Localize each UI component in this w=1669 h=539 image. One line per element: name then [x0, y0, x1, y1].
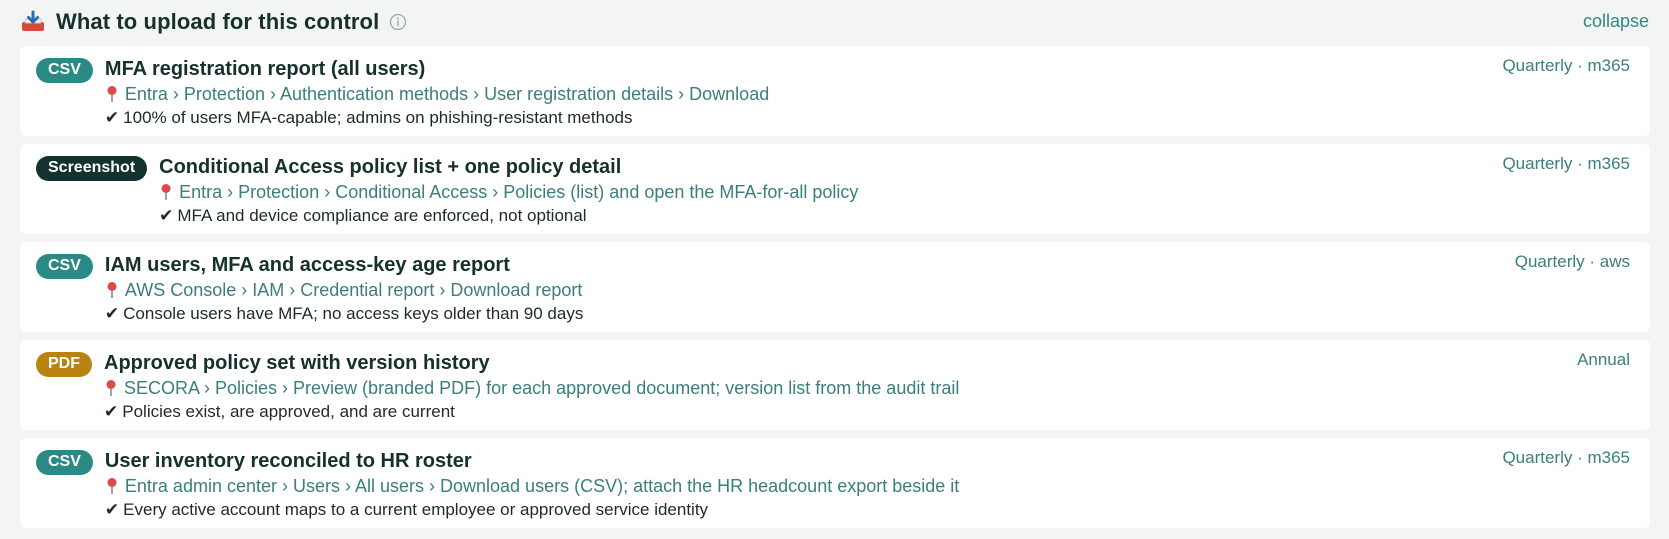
acceptance-criteria-text: Policies exist, are approved, and are cu…: [122, 402, 455, 421]
acceptance-criteria: ✔ 100% of users MFA-capable; admins on ph…: [105, 106, 769, 130]
frequency-source: Annual: [1577, 350, 1630, 369]
upload-item: CSV IAM users, MFA and access-key age re…: [20, 242, 1650, 332]
check-icon: ✔: [104, 108, 120, 127]
check-icon: ✔: [104, 304, 120, 323]
format-badge: Screenshot: [36, 156, 148, 181]
upload-item-row: CSV MFA registration report (all users) …: [36, 56, 1632, 130]
pin-icon: [105, 85, 119, 103]
navigation-path-text[interactable]: SECORA › Policies › Preview (branded PDF…: [124, 376, 959, 400]
panel-title: What to upload for this control: [56, 9, 380, 34]
upload-item-title: Approved policy set with version history: [104, 352, 490, 374]
upload-item: Screenshot Conditional Access policy lis…: [20, 144, 1650, 234]
format-badge: CSV: [36, 58, 93, 83]
navigation-path-text[interactable]: Entra › Protection › Conditional Access …: [179, 180, 858, 204]
navigation-path: Entra › Protection › Conditional Access …: [159, 180, 858, 204]
check-icon: ✔: [104, 500, 120, 519]
format-badge: CSV: [36, 254, 93, 279]
format-badge: PDF: [36, 352, 92, 377]
frequency-source: Quarterly · m365: [1502, 154, 1630, 173]
upload-item-title: User inventory reconciled to HR roster: [104, 450, 472, 472]
upload-requirements-panel: What to upload for this control collapse…: [0, 0, 1669, 539]
navigation-path: SECORA › Policies › Preview (branded PDF…: [104, 376, 959, 400]
check-icon: ✔: [104, 402, 119, 421]
upload-item-row: CSV User inventory reconciled to HR rost…: [36, 448, 1632, 522]
upload-item-content: MFA registration report (all users) Entr…: [105, 56, 769, 130]
navigation-path-text[interactable]: AWS Console › IAM › Credential report › …: [125, 278, 583, 302]
navigation-path: Entra admin center › Users › All users ›…: [105, 474, 959, 498]
navigation-path: Entra › Protection › Authentication meth…: [105, 82, 769, 106]
check-icon: ✔: [159, 206, 174, 225]
panel-header: What to upload for this control: [20, 0, 1650, 44]
acceptance-criteria: ✔ Policies exist, are approved, and are c…: [104, 400, 959, 424]
acceptance-criteria: ✔ MFA and device compliance are enforced,…: [159, 204, 858, 228]
upload-item-title: MFA registration report (all users): [104, 58, 426, 80]
collapse-link[interactable]: collapse: [1583, 11, 1649, 32]
upload-item-title: IAM users, MFA and access-key age report: [104, 254, 510, 276]
info-icon[interactable]: [389, 13, 407, 31]
acceptance-criteria-text: Console users have MFA; no access keys o…: [123, 304, 584, 323]
upload-item-row: PDF Approved policy set with version his…: [36, 350, 1632, 424]
format-badge: CSV: [36, 450, 93, 475]
navigation-path-text[interactable]: Entra admin center › Users › All users ›…: [125, 474, 959, 498]
acceptance-criteria: ✔ Console users have MFA; no access keys …: [105, 302, 583, 326]
frequency-source: Quarterly · m365: [1502, 56, 1630, 75]
pin-icon: [159, 183, 173, 201]
navigation-path-text[interactable]: Entra › Protection › Authentication meth…: [125, 82, 769, 106]
pin-icon: [105, 281, 119, 299]
upload-item-content: Conditional Access policy list + one pol…: [159, 154, 858, 228]
pin-icon: [105, 477, 119, 495]
upload-item-content: IAM users, MFA and access-key age report…: [105, 252, 583, 326]
upload-item: CSV MFA registration report (all users) …: [20, 46, 1650, 136]
navigation-path: AWS Console › IAM › Credential report › …: [105, 278, 583, 302]
upload-item-content: Approved policy set with version history…: [104, 350, 959, 424]
pin-icon: [104, 379, 118, 397]
upload-item: PDF Approved policy set with version his…: [20, 340, 1650, 430]
upload-item-content: User inventory reconciled to HR roster E…: [105, 448, 959, 522]
inbox-tray-icon: [20, 9, 46, 35]
acceptance-criteria-text: Every active account maps to a current e…: [123, 500, 709, 519]
upload-item-row: Screenshot Conditional Access policy lis…: [36, 154, 1632, 228]
frequency-source: Quarterly · m365: [1502, 448, 1630, 467]
upload-item-title: Conditional Access policy list + one pol…: [159, 156, 622, 178]
upload-item-row: CSV IAM users, MFA and access-key age re…: [36, 252, 1632, 326]
upload-item-list: CSV MFA registration report (all users) …: [20, 46, 1650, 536]
acceptance-criteria-text: 100% of users MFA-capable; admins on phi…: [123, 108, 633, 127]
acceptance-criteria: ✔ Every active account maps to a current …: [105, 498, 959, 522]
acceptance-criteria-text: MFA and device compliance are enforced, …: [177, 206, 587, 225]
frequency-source: Quarterly · aws: [1514, 252, 1630, 271]
upload-item: CSV User inventory reconciled to HR rost…: [20, 438, 1650, 528]
